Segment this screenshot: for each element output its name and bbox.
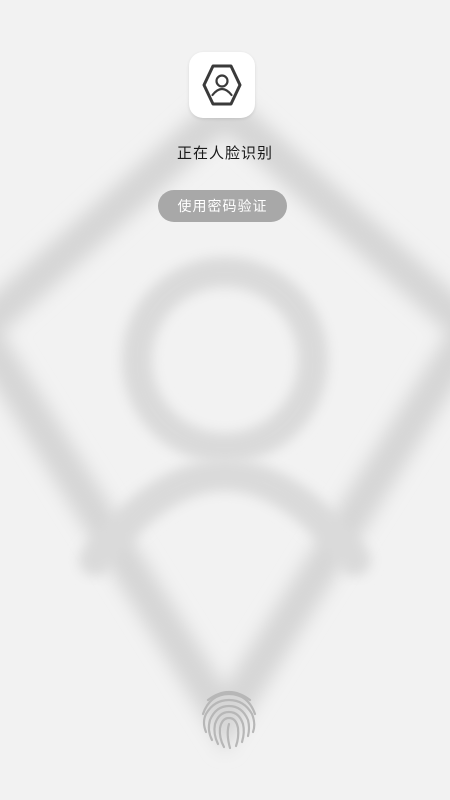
fingerprint-icon[interactable] — [198, 686, 260, 752]
face-recognition-screen: 正在人脸识别 使用密码验证 — [0, 0, 450, 800]
user-hexagon-icon — [202, 64, 242, 106]
use-password-button[interactable]: 使用密码验证 — [158, 190, 287, 222]
recognition-status-text: 正在人脸识别 — [176, 144, 273, 162]
face-id-app-icon — [189, 52, 255, 118]
background-silhouette — [0, 87, 450, 752]
